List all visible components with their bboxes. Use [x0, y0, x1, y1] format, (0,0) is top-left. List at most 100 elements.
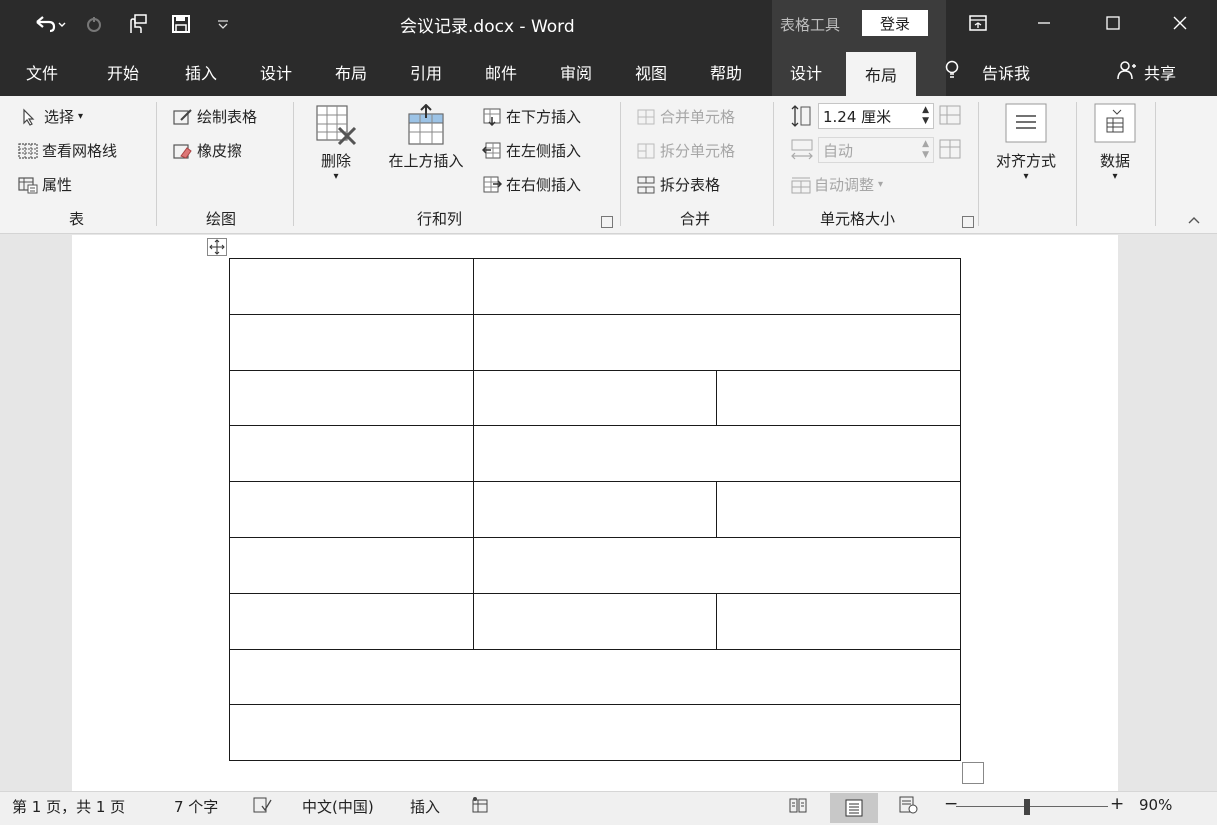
distribute-rows-icon[interactable] — [938, 104, 962, 126]
print-layout-button[interactable] — [830, 793, 878, 823]
tab-help[interactable]: 帮助 — [710, 60, 742, 84]
tell-me-icon[interactable] — [944, 60, 960, 84]
tab-layout[interactable]: 布局 — [335, 60, 367, 84]
table-cell[interactable] — [716, 592, 961, 650]
tab-view[interactable]: 视图 — [635, 60, 667, 84]
table-cell[interactable] — [229, 481, 474, 538]
print-layout-icon — [845, 799, 863, 817]
insert-mode-indicator[interactable]: 插入 — [410, 796, 440, 817]
customize-qat-button[interactable] — [210, 8, 236, 40]
tab-insert[interactable]: 插入 — [185, 60, 217, 84]
tab-review[interactable]: 审阅 — [560, 60, 592, 84]
table-cell[interactable] — [472, 258, 962, 315]
group-separator — [1155, 102, 1156, 226]
group-label-table: 表 — [69, 210, 85, 228]
tab-home[interactable]: 开始 — [107, 60, 139, 84]
delete-button[interactable]: 删除 ▾ — [312, 104, 360, 182]
eraser-icon — [173, 142, 193, 160]
language-indicator[interactable]: 中文(中国) — [302, 796, 374, 817]
move-arrows-icon — [209, 239, 225, 255]
table-cell[interactable] — [472, 313, 962, 371]
tab-design[interactable]: 设计 — [260, 60, 292, 84]
login-button[interactable]: 登录 — [862, 10, 928, 36]
select-button[interactable]: 选择 ▾ — [20, 106, 83, 127]
insert-left-icon — [481, 142, 502, 160]
table-cell[interactable] — [229, 648, 961, 706]
table-cell[interactable] — [472, 536, 962, 594]
maximize-button[interactable] — [1093, 6, 1133, 40]
table-cell[interactable] — [716, 481, 961, 538]
tab-references[interactable]: 引用 — [410, 60, 442, 84]
table-move-handle[interactable] — [207, 238, 227, 256]
table-cell[interactable] — [229, 592, 474, 650]
minimize-button[interactable] — [1024, 6, 1064, 40]
row-height-input[interactable]: 1.24 厘米 ▲ ▼ — [818, 103, 934, 129]
eraser-button[interactable]: 橡皮擦 — [173, 140, 242, 161]
column-width-input[interactable]: 自动 ▲ ▼ — [818, 137, 934, 163]
chevron-down-icon: ▾ — [1023, 171, 1029, 182]
draw-table-button[interactable]: 绘制表格 — [173, 106, 257, 127]
alignment-button[interactable]: 对齐方式 ▾ — [988, 102, 1064, 182]
chevron-down-icon: ▾ — [1112, 171, 1118, 182]
spinner-arrows-icon[interactable]: ▲ ▼ — [922, 105, 929, 127]
data-button[interactable]: 数据 ▾ — [1090, 102, 1140, 182]
split-cells-button[interactable]: 拆分单元格 — [636, 140, 735, 161]
undo-button[interactable] — [28, 8, 72, 40]
group-separator — [978, 102, 979, 226]
tell-me-search[interactable]: 告诉我 — [982, 60, 1030, 84]
read-mode-button[interactable] — [788, 796, 808, 818]
table-cell[interactable] — [229, 258, 474, 315]
zoom-level[interactable]: 90% — [1139, 796, 1172, 814]
word-count[interactable]: 7 个字 — [174, 796, 218, 817]
tab-table-layout[interactable]: 布局 — [846, 52, 916, 96]
insert-above-button[interactable]: 在上方插入 — [386, 104, 466, 171]
zoom-out-button[interactable]: − — [944, 794, 958, 814]
table-resize-handle[interactable] — [962, 762, 984, 784]
cell-size-dialog-launcher[interactable] — [962, 216, 974, 228]
ribbon-display-options-button[interactable] — [958, 6, 998, 40]
zoom-in-button[interactable]: + — [1110, 794, 1124, 814]
table-cell[interactable] — [472, 481, 718, 538]
gridlines-icon — [18, 142, 38, 160]
web-layout-button[interactable] — [898, 796, 918, 818]
table-cell[interactable] — [472, 369, 718, 427]
table-cell[interactable] — [716, 369, 961, 427]
tab-file[interactable]: 文件 — [26, 60, 58, 84]
save-button[interactable] — [166, 8, 196, 40]
insert-right-button[interactable]: 在右侧插入 — [482, 174, 581, 195]
insert-left-button[interactable]: 在左侧插入 — [481, 140, 581, 161]
table-properties-button[interactable]: 属性 — [18, 174, 72, 195]
redo-button[interactable] — [80, 8, 108, 40]
touch-mode-button[interactable] — [122, 8, 152, 40]
view-gridlines-button[interactable]: 查看网格线 — [18, 140, 117, 161]
document-table[interactable] — [229, 258, 962, 762]
tab-table-design[interactable]: 设计 — [790, 60, 822, 84]
cursor-arrow-icon — [20, 108, 40, 126]
table-cell[interactable] — [229, 369, 474, 427]
spinner-arrows-icon[interactable]: ▲ ▼ — [922, 139, 929, 161]
autofit-button[interactable]: 自动调整 ▾ — [790, 174, 883, 195]
zoom-slider-thumb[interactable] — [1024, 799, 1030, 815]
distribute-columns-icon[interactable] — [938, 138, 962, 160]
rows-columns-dialog-launcher[interactable] — [601, 216, 613, 228]
collapse-ribbon-button[interactable] — [1186, 214, 1202, 226]
insert-below-button[interactable]: 在下方插入 — [482, 106, 581, 127]
share-button[interactable]: 共享 — [1144, 60, 1176, 84]
page-indicator[interactable]: 第 1 页，共 1 页 — [12, 796, 125, 817]
macro-recording-icon[interactable] — [470, 796, 490, 818]
zoom-slider-track[interactable] — [956, 806, 1108, 807]
table-row — [229, 425, 962, 483]
close-button[interactable] — [1160, 6, 1200, 40]
table-cell[interactable] — [472, 592, 718, 650]
tab-mailings[interactable]: 邮件 — [485, 60, 517, 84]
proofing-icon[interactable] — [252, 796, 272, 818]
split-table-button[interactable]: 拆分表格 — [636, 174, 720, 195]
table-cell[interactable] — [472, 425, 962, 483]
table-cell[interactable] — [229, 704, 961, 762]
data-icon — [1094, 103, 1136, 143]
table-cell[interactable] — [229, 536, 474, 594]
share-icon[interactable] — [1117, 60, 1137, 84]
table-cell[interactable] — [229, 313, 474, 371]
table-cell[interactable] — [229, 425, 474, 483]
merge-cells-button[interactable]: 合并单元格 — [636, 106, 735, 127]
